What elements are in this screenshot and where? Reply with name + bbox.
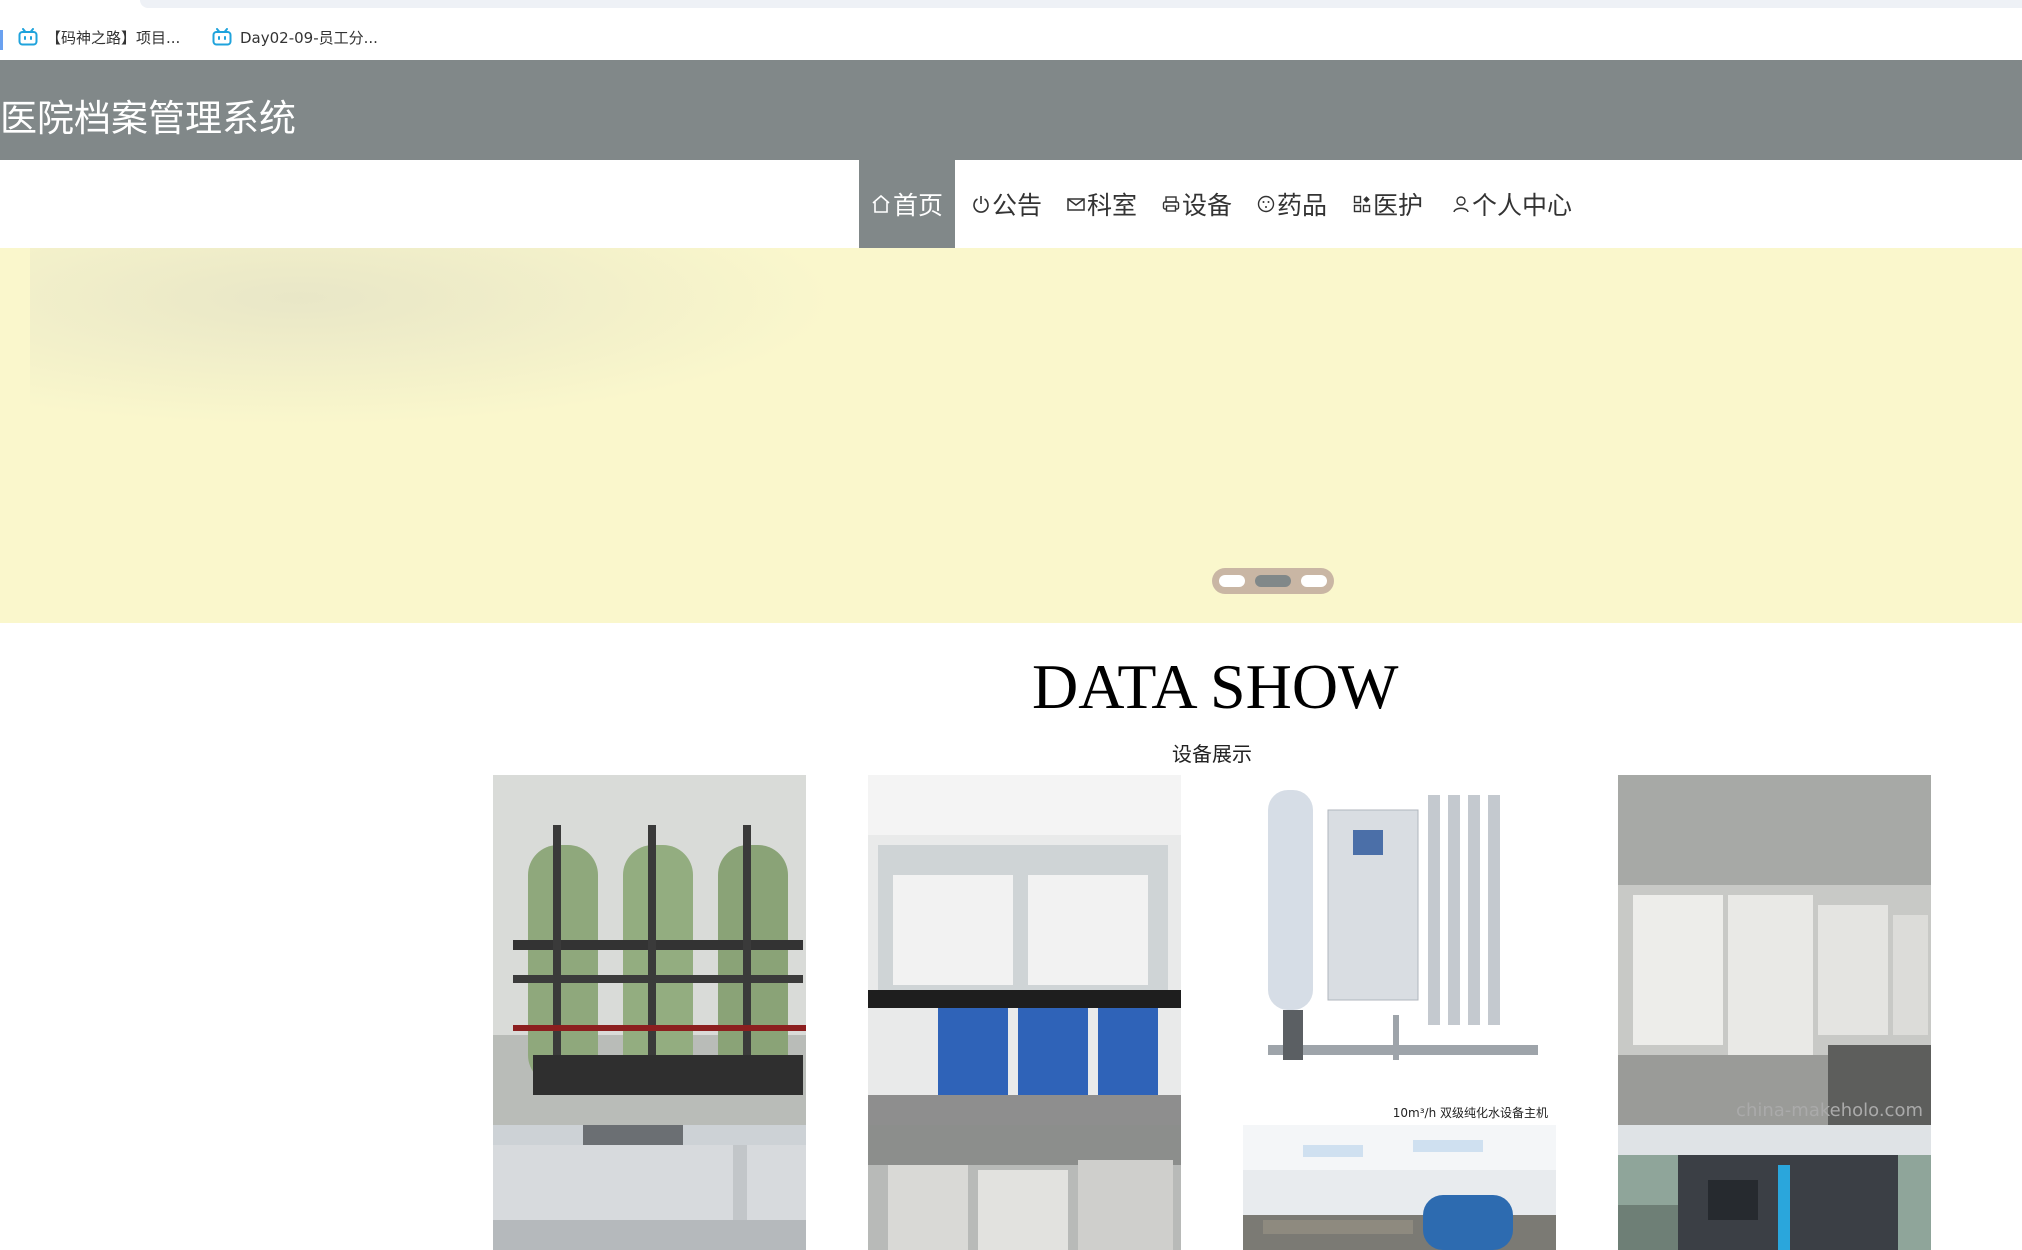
bookmark-label: 【码神之路】项目... (46, 28, 181, 47)
production-line-image (868, 1125, 1181, 1250)
factory-exterior-image (493, 1125, 806, 1250)
image-caption: china-makeholo.com (1736, 1100, 1923, 1121)
bookmark-item-1[interactable]: 【码神之路】项目... (18, 24, 180, 50)
nav-item-department[interactable]: 科室 (1065, 160, 1139, 248)
hero-carousel[interactable] (0, 248, 2022, 623)
carousel-dot-2[interactable] (1255, 575, 1291, 587)
image-caption: 10m³/h 双级纯化水设备主机 (1392, 1106, 1548, 1120)
gallery-item-2[interactable] (868, 775, 1181, 1125)
industrial-machine-image (1618, 1125, 1931, 1250)
browser-tab-strip (0, 0, 2022, 10)
factory-test-chambers-image: china-makeholo.com (1618, 775, 1931, 1125)
compass-icon (1257, 195, 1275, 213)
nav-item-label: 医护 (1372, 191, 1423, 220)
gallery-item-7[interactable] (1243, 1125, 1556, 1250)
nav-item-label: 设备 (1181, 191, 1232, 220)
user-icon (1453, 196, 1469, 213)
bookmark-item-2[interactable]: Day02-09-员工分... (212, 24, 378, 50)
nav-item-home[interactable]: 首页 (859, 160, 955, 248)
gallery-item-4[interactable]: china-makeholo.com (1618, 775, 1931, 1125)
nav-item-label: 药品 (1276, 191, 1327, 220)
nav-item-medicine[interactable]: 药品 (1255, 160, 1329, 248)
site-header: 医院档案管理系统 (0, 60, 2022, 160)
water-softener-tanks-image (493, 775, 806, 1125)
site-title: 医院档案管理系统 (0, 97, 296, 140)
bilibili-icon (212, 28, 232, 46)
gallery-item-8[interactable] (1618, 1125, 1931, 1250)
nav-item-profile[interactable]: 个人中心 (1450, 160, 1574, 248)
home-icon (872, 194, 890, 213)
carousel-indicators (1212, 568, 1334, 594)
mail-icon (1067, 198, 1085, 211)
address-bar-edge[interactable] (140, 0, 2022, 8)
section-title: DATA SHOW (1032, 651, 1399, 722)
nav-item-label: 首页 (892, 191, 943, 220)
nav-item-notice[interactable]: 公告 (969, 160, 1045, 248)
nav-item-label: 科室 (1086, 191, 1137, 220)
carousel-dot-3[interactable] (1301, 575, 1327, 587)
printer-icon (1162, 196, 1180, 212)
apps-icon (1353, 195, 1371, 213)
ro-water-system-image: 10m³/h 双级纯化水设备主机 (1243, 775, 1556, 1125)
gallery-item-1[interactable] (493, 775, 806, 1125)
bookmarks-edge-marker (0, 30, 3, 50)
nav-item-medical-staff[interactable]: 医护 (1351, 160, 1425, 248)
bookmarks-bar: 【码神之路】项目... Day02-09-员工分... (0, 10, 2022, 58)
nav-item-equipment[interactable]: 设备 (1160, 160, 1234, 248)
nav-item-label: 公告 (991, 191, 1042, 220)
hero-slide-image (30, 248, 930, 448)
bookmark-label: Day02-09-员工分... (240, 28, 378, 47)
gallery-item-5[interactable] (493, 1125, 806, 1250)
main-nav: 首页 公告 科室 设备 药品 医护 个人中心 (0, 160, 2022, 248)
bilibili-icon (18, 28, 38, 46)
gallery-item-3[interactable]: 10m³/h 双级纯化水设备主机 (1243, 775, 1556, 1125)
lab-fume-hood-image (868, 775, 1181, 1125)
carousel-dot-1[interactable] (1219, 575, 1245, 587)
industrial-tanks-image (1243, 1125, 1556, 1250)
nav-item-label: 个人中心 (1471, 191, 1572, 220)
section-subtitle: 设备展示 (1172, 742, 1252, 766)
gallery-item-6[interactable] (868, 1125, 1181, 1250)
power-icon (973, 196, 989, 213)
